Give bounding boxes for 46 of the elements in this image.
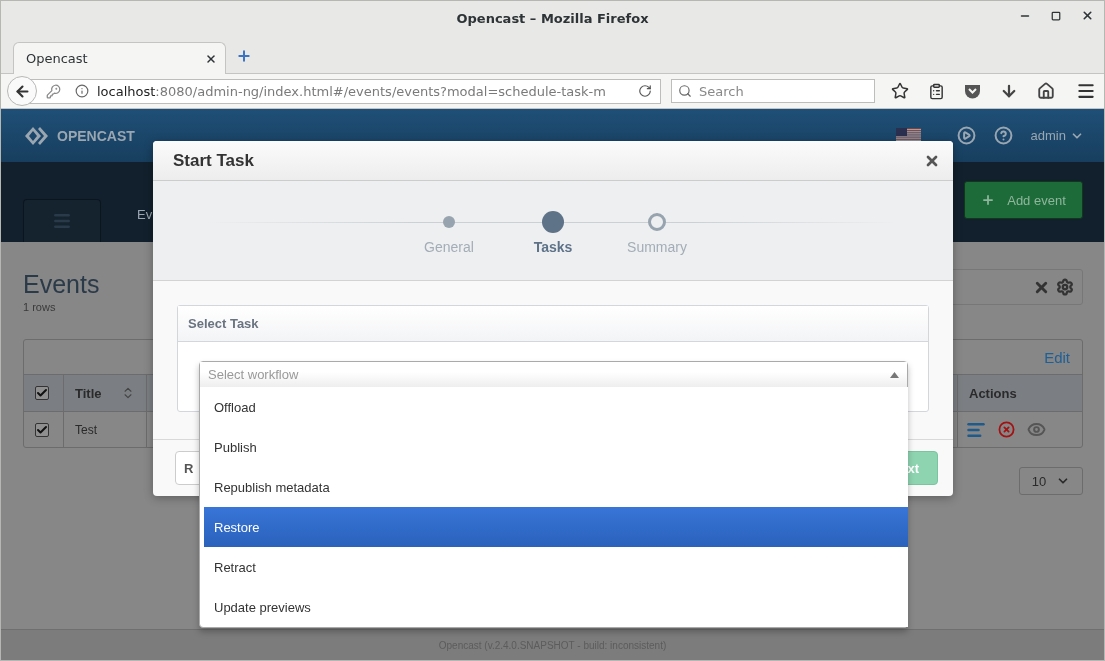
flag-icon[interactable] <box>895 128 921 143</box>
new-tab-icon[interactable] <box>236 48 252 64</box>
help-icon[interactable] <box>993 126 1013 145</box>
step-label[interactable]: Tasks <box>533 239 573 255</box>
row-count: 1 rows <box>23 301 57 313</box>
user-menu[interactable]: admin <box>1030 128 1084 143</box>
key-icon <box>46 83 61 99</box>
workflow-option[interactable]: Update previews <box>204 587 908 627</box>
browser-tab[interactable]: Opencast <box>13 42 226 74</box>
placeholder: Select workflow <box>208 367 299 382</box>
plus-icon <box>981 193 996 207</box>
download-icon[interactable] <box>1000 82 1018 100</box>
maximize-icon[interactable] <box>1051 10 1061 21</box>
back-arrow-icon <box>13 82 31 100</box>
page-title: Events <box>23 270 100 299</box>
back-button[interactable] <box>7 76 37 106</box>
table-cell: Test <box>75 422 97 437</box>
checkbox[interactable] <box>35 386 49 400</box>
home-icon[interactable] <box>1037 82 1055 100</box>
checkbox[interactable] <box>35 422 49 437</box>
column-header[interactable]: Title <box>75 385 102 401</box>
modal-title: Start Task <box>173 150 254 171</box>
page-size-select[interactable]: 10 <box>1019 467 1083 495</box>
play-icon[interactable] <box>956 126 976 145</box>
close-icon[interactable] <box>205 52 217 65</box>
menu-icon <box>52 211 72 231</box>
url-field[interactable]: localhost:8080/admin-ng/index.html#/events/events?modal=schedule-task-m <box>29 78 661 104</box>
pocket-icon[interactable] <box>964 83 981 99</box>
search-field[interactable]: Search <box>671 79 875 103</box>
window-title: Opencast – Mozilla Firefox <box>456 11 649 26</box>
settings-icon[interactable] <box>1056 278 1074 296</box>
reload-icon[interactable] <box>638 84 652 98</box>
logo-text: OPENCAST <box>57 127 135 144</box>
info-icon <box>75 84 89 98</box>
close-icon[interactable] <box>1081 9 1094 22</box>
search-icon <box>678 84 692 98</box>
caret-icon <box>890 371 899 378</box>
column-header: Actions <box>969 385 1017 401</box>
panel-title: Select Task <box>188 316 259 331</box>
star-icon[interactable] <box>891 82 909 100</box>
reading-list-icon[interactable] <box>928 82 945 100</box>
url-text: localhost:8080/admin-ng/index.html#/events/events?modal=schedule-task-m <box>97 83 607 99</box>
nav-tab[interactable]: Ev <box>137 207 153 222</box>
menu-icon[interactable] <box>1076 81 1096 101</box>
workflow-dropdown[interactable]: Select workflow Offload Publish Republish metadata Restore Retract Update previews <box>199 361 908 628</box>
workflow-option[interactable]: Restore <box>204 507 908 547</box>
